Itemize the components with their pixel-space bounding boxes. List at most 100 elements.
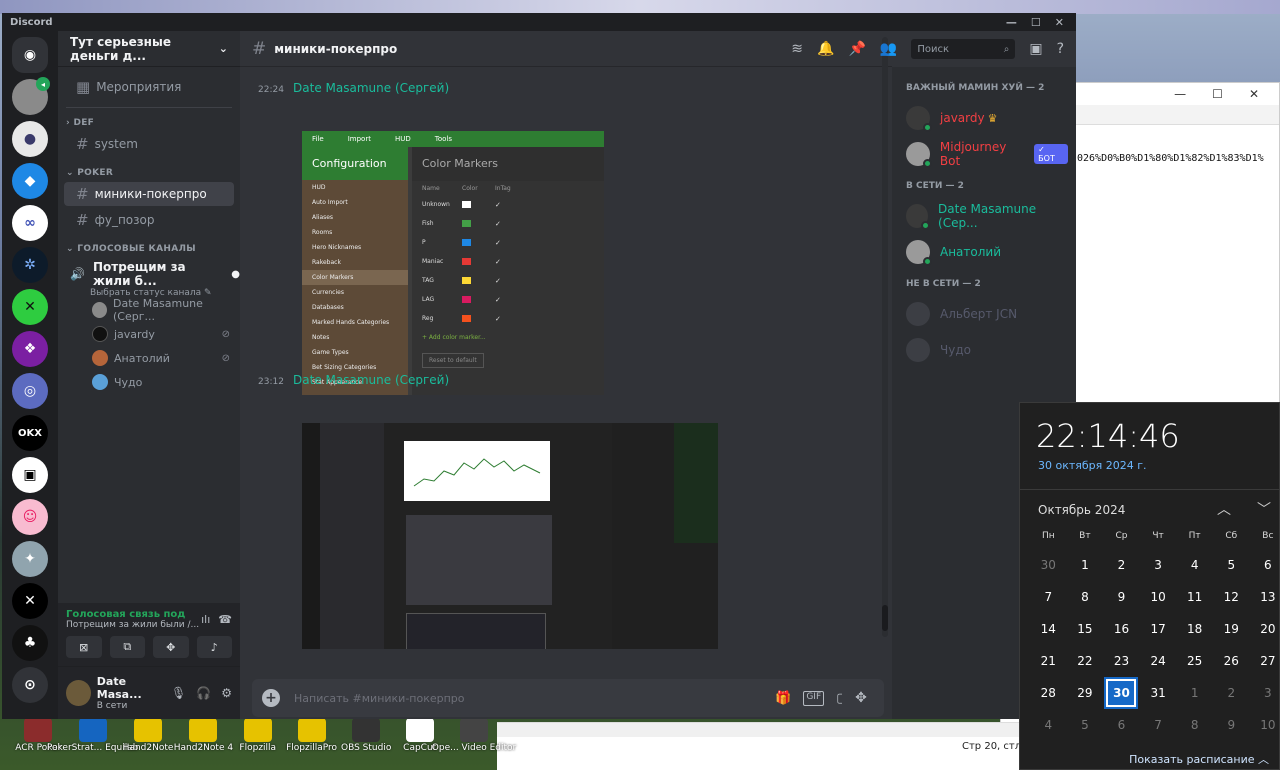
desktop-shortcut[interactable]: OBS Studio <box>341 718 391 770</box>
close-icon[interactable]: ✕ <box>1055 16 1064 29</box>
voice-channel[interactable]: 🔊 Потрещим за жили б... ● Выбрать статус к… <box>58 256 240 298</box>
member-item[interactable]: javardy ♛ <box>906 101 1068 135</box>
server-icon-1[interactable]: ◂ <box>12 77 50 115</box>
calendar-day[interactable]: 1 <box>1067 549 1104 581</box>
calendar-day[interactable]: 3 <box>1140 549 1177 581</box>
message-author[interactable]: Date Masamune (Сергей) <box>293 81 449 95</box>
calendar-day[interactable]: 16 <box>1103 613 1140 645</box>
server-icon-12[interactable]: ✕ <box>12 583 48 619</box>
chat-scrollbar[interactable] <box>882 37 888 637</box>
calendar-day[interactable]: 7 <box>1030 581 1067 613</box>
attachment-screen-screenshot[interactable] <box>302 423 718 649</box>
screen-share-icon[interactable]: ⧉ <box>109 636 145 658</box>
calendar-day[interactable]: 31 <box>1140 677 1177 709</box>
server-icon-okx[interactable]: OKX <box>12 415 48 451</box>
calendar-day[interactable]: 4 <box>1030 709 1067 741</box>
apps-icon[interactable]: ✥ <box>842 679 880 717</box>
server-icon-2[interactable]: ● <box>12 121 48 157</box>
horizontal-scrollbar[interactable] <box>497 723 1027 737</box>
add-attachment-icon[interactable]: + <box>262 689 280 707</box>
noise-suppression-icon[interactable]: ılı <box>201 613 210 626</box>
voice-user[interactable]: Date Masamune (Серг... <box>92 297 240 323</box>
channel-fu-pozor[interactable]: # фу_позор <box>64 208 234 232</box>
inbox-icon[interactable]: ▣ <box>1029 41 1042 57</box>
server-icon-8[interactable]: ◎ <box>12 373 48 409</box>
calendar-day[interactable]: 2 <box>1213 677 1250 709</box>
calendar-day[interactable]: 2 <box>1103 549 1140 581</box>
channel-system[interactable]: # system <box>64 132 234 156</box>
category-voice[interactable]: ⌄ ГОЛОСОВЫЕ КАНАЛЫ <box>58 234 240 256</box>
minimize-icon[interactable]: — <box>1006 16 1017 29</box>
calendar-day[interactable]: 7 <box>1140 709 1177 741</box>
member-item[interactable]: Анатолий <box>906 235 1068 269</box>
pin-icon[interactable]: 📌 <box>848 41 865 57</box>
user-avatar[interactable] <box>66 680 91 706</box>
server-icon-6[interactable]: ✕ <box>12 289 48 325</box>
explore-icon[interactable]: ⊙ <box>12 667 48 703</box>
show-schedule-link[interactable]: Показать расписание ︿ <box>1129 751 1269 767</box>
calendar-day[interactable]: 13 <box>1250 581 1280 613</box>
calendar-day[interactable]: 9 <box>1103 581 1140 613</box>
events-item[interactable]: ▦ Мероприятия <box>64 75 234 99</box>
activities-icon[interactable]: ✥ <box>153 636 189 658</box>
voice-user[interactable]: javardy ⊘ <box>92 322 240 346</box>
chat-bubble-icon[interactable]: ● <box>231 269 240 280</box>
desktop-shortcut[interactable]: PokerStrat... Equilab <box>47 718 138 770</box>
server-icon-5[interactable]: ✲ <box>12 247 48 283</box>
calendar-day[interactable]: 30 <box>1030 549 1067 581</box>
calendar-day[interactable]: 10 <box>1140 581 1177 613</box>
maximize-icon[interactable]: ☐ <box>1031 16 1041 29</box>
server-header[interactable]: Тут серьезные деньги д... ⌄ <box>58 31 240 67</box>
calendar-day[interactable]: 20 <box>1250 613 1280 645</box>
member-item[interactable]: Date Masamune (Сер... <box>906 199 1068 233</box>
calendar-day[interactable]: 27 <box>1250 645 1280 677</box>
calendar-day[interactable]: 5 <box>1213 549 1250 581</box>
desktop-shortcut[interactable]: Flopzilla <box>233 718 282 770</box>
calendar-month[interactable]: Октябрь 2024 <box>1038 503 1125 517</box>
bell-icon[interactable]: 🔔 <box>817 41 834 57</box>
member-item[interactable]: Альберт JCN <box>906 297 1068 331</box>
attachment-config-screenshot[interactable]: File Import HUD Tools Configuration HUD Auto… <box>302 131 604 395</box>
disconnect-icon[interactable]: ☎ <box>218 613 232 626</box>
server-icon-4[interactable]: ∞ <box>12 205 48 241</box>
channel-miniki-pokerpro[interactable]: # миники-покерпро <box>64 182 234 206</box>
member-item[interactable]: Midjourney Bot ✓ БОТ <box>906 137 1068 171</box>
calendar-day[interactable]: 6 <box>1103 709 1140 741</box>
calendar-day[interactable]: 8 <box>1176 709 1213 741</box>
calendar-day[interactable]: 6 <box>1250 549 1280 581</box>
desktop-shortcut[interactable]: Hand2Note <box>123 718 173 770</box>
members-icon[interactable]: 👥 <box>880 41 897 57</box>
calendar-day[interactable]: 29 <box>1067 677 1104 709</box>
voice-user[interactable]: Анатолий ⊘ <box>92 346 240 370</box>
help-icon[interactable]: ? <box>1057 41 1064 57</box>
calendar-day[interactable]: 28 <box>1030 677 1067 709</box>
message-author[interactable]: Date Masamune (Сергей) <box>293 373 449 387</box>
calendar-day[interactable]: 9 <box>1213 709 1250 741</box>
category-poker[interactable]: ⌄ POKER <box>58 158 240 180</box>
calendar-day[interactable]: 1 <box>1176 677 1213 709</box>
chevron-down-icon[interactable]: ﹀ <box>1257 499 1271 519</box>
calendar-day[interactable]: 8 <box>1067 581 1104 613</box>
server-icon-9[interactable]: ▣ <box>12 457 48 493</box>
message-composer[interactable]: + Написать #миники-покерпро 🎁 GIF ▢ ☺ <box>252 679 884 717</box>
soundboard-icon[interactable]: ♪ <box>196 636 232 658</box>
search-input[interactable]: Поиск ⌕ <box>911 39 1016 59</box>
camera-off-icon[interactable]: ⊠ <box>66 636 102 658</box>
threads-icon[interactable]: ≋ <box>791 41 803 57</box>
server-icon-7[interactable]: ❖ <box>12 331 48 367</box>
minimize-icon[interactable]: — <box>1174 87 1186 101</box>
calendar-day[interactable]: 3 <box>1250 677 1280 709</box>
maximize-icon[interactable]: ☐ <box>1212 87 1223 101</box>
discord-home-icon[interactable]: ◉ <box>12 37 48 73</box>
microphone-icon[interactable]: 🎙 <box>171 686 186 700</box>
server-icon-3[interactable]: ◆ <box>12 163 48 199</box>
close-icon[interactable]: ✕ <box>1249 87 1259 101</box>
chevron-up-icon[interactable]: ︿ <box>1217 499 1231 519</box>
calendar-day[interactable]: 10 <box>1250 709 1280 741</box>
calendar-day[interactable]: 4 <box>1176 549 1213 581</box>
calendar-day[interactable]: 26 <box>1213 645 1250 677</box>
server-icon-10[interactable]: ☺ <box>12 499 48 535</box>
headphones-icon[interactable]: 🎧 <box>196 686 211 700</box>
clock-date[interactable]: 30 октября 2024 г. <box>1020 455 1279 472</box>
calendar-day[interactable]: 21 <box>1030 645 1067 677</box>
